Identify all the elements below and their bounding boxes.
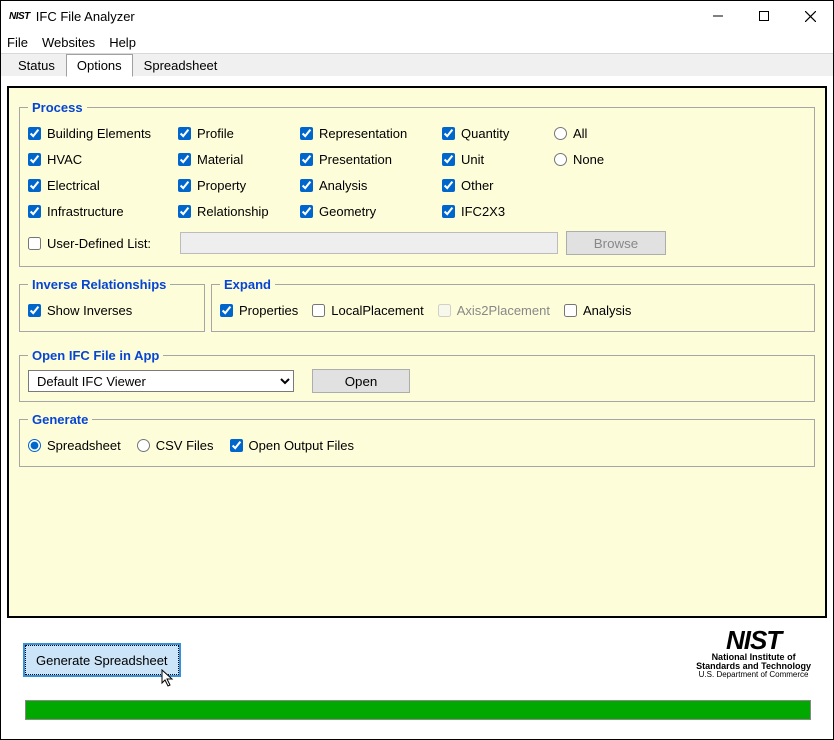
chk-property[interactable]: Property — [178, 173, 300, 198]
app-logo-text: NIST — [9, 11, 30, 22]
user-defined-list-input[interactable] — [180, 232, 558, 254]
openapp-legend: Open IFC File in App — [28, 348, 163, 363]
inverse-legend: Inverse Relationships — [28, 277, 170, 292]
chk-unit[interactable]: Unit — [442, 147, 554, 172]
chk-analysis[interactable]: Analysis — [300, 173, 442, 198]
chk-expand-properties[interactable]: Properties — [220, 298, 298, 323]
chk-electrical[interactable]: Electrical — [28, 173, 178, 198]
chk-material[interactable]: Material — [178, 147, 300, 172]
close-button[interactable] — [787, 1, 833, 31]
chk-user-defined-list[interactable]: User-Defined List: — [28, 231, 172, 256]
minimize-button[interactable] — [695, 1, 741, 31]
radio-none[interactable]: None — [554, 147, 654, 172]
generate-legend: Generate — [28, 412, 92, 427]
maximize-button[interactable] — [741, 1, 787, 31]
browse-button[interactable]: Browse — [566, 231, 666, 255]
ifc-viewer-select[interactable]: Default IFC Viewer — [28, 370, 294, 392]
process-legend: Process — [28, 100, 87, 115]
openapp-group: Open IFC File in App Default IFC Viewer … — [19, 348, 815, 402]
radio-csv[interactable]: CSV Files — [137, 433, 214, 458]
tab-spreadsheet[interactable]: Spreadsheet — [133, 54, 229, 77]
radio-all[interactable]: All — [554, 121, 654, 146]
menu-file[interactable]: File — [7, 35, 28, 50]
tab-bar: Status Options Spreadsheet — [1, 53, 833, 76]
chk-geometry[interactable]: Geometry — [300, 199, 442, 224]
chk-building-elements[interactable]: Building Elements — [28, 121, 178, 146]
tab-options[interactable]: Options — [66, 54, 133, 77]
chk-quantity[interactable]: Quantity — [442, 121, 554, 146]
progress-bar — [25, 700, 811, 720]
chk-expand-localplacement[interactable]: LocalPlacement — [312, 298, 424, 323]
chk-open-output-files[interactable]: Open Output Files — [230, 433, 355, 458]
expand-group: Expand Properties LocalPlacement Axis2Pl… — [211, 277, 815, 332]
options-panel: Process Building Elements Profile Repres… — [7, 86, 827, 618]
chk-other[interactable]: Other — [442, 173, 554, 198]
chk-show-inverses[interactable]: Show Inverses — [28, 298, 196, 323]
radio-spreadsheet[interactable]: Spreadsheet — [28, 433, 121, 458]
chk-expand-axis2placement: Axis2Placement — [438, 298, 550, 323]
window-title: IFC File Analyzer — [36, 9, 135, 24]
nist-logo: NIST National Institute of Standards and… — [696, 627, 811, 679]
chk-expand-analysis[interactable]: Analysis — [564, 298, 631, 323]
chk-presentation[interactable]: Presentation — [300, 147, 442, 172]
title-bar: NIST IFC File Analyzer — [1, 1, 833, 31]
process-group: Process Building Elements Profile Repres… — [19, 100, 815, 267]
chk-infrastructure[interactable]: Infrastructure — [28, 199, 178, 224]
chk-ifc2x3[interactable]: IFC2X3 — [442, 199, 554, 224]
tab-status[interactable]: Status — [7, 54, 66, 77]
menu-bar: File Websites Help — [1, 31, 833, 53]
menu-websites[interactable]: Websites — [42, 35, 95, 50]
chk-relationship[interactable]: Relationship — [178, 199, 300, 224]
chk-hvac[interactable]: HVAC — [28, 147, 178, 172]
chk-profile[interactable]: Profile — [178, 121, 300, 146]
generate-group: Generate Spreadsheet CSV Files Open Outp… — [19, 412, 815, 467]
expand-legend: Expand — [220, 277, 275, 292]
inverse-group: Inverse Relationships Show Inverses — [19, 277, 205, 332]
chk-representation[interactable]: Representation — [300, 121, 442, 146]
menu-help[interactable]: Help — [109, 35, 136, 50]
open-button[interactable]: Open — [312, 369, 410, 393]
generate-spreadsheet-button[interactable]: Generate Spreadsheet — [25, 645, 179, 675]
